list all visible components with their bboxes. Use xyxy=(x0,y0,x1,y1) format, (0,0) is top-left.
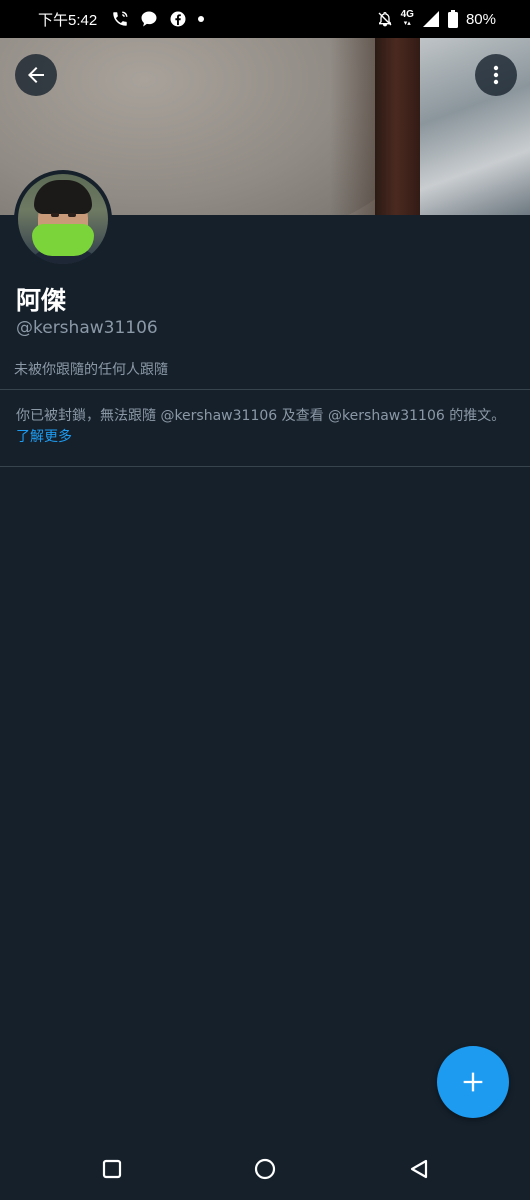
status-time: 下午5:42 xyxy=(38,11,98,29)
arrow-left-icon xyxy=(24,63,48,87)
dot-icon xyxy=(197,15,205,23)
more-options-button[interactable] xyxy=(475,54,517,96)
avatar[interactable] xyxy=(14,170,112,268)
plus-icon xyxy=(459,1068,487,1096)
divider xyxy=(0,466,530,467)
recent-apps-icon xyxy=(102,1159,122,1179)
battery-level: 80% xyxy=(465,10,496,28)
system-nav-bar xyxy=(0,1138,530,1200)
back-icon xyxy=(408,1158,430,1180)
followed-by-note: 未被你跟隨的任何人跟隨 xyxy=(14,362,168,378)
divider xyxy=(0,389,530,390)
facebook-icon xyxy=(169,10,187,28)
notifications-off-icon xyxy=(377,11,393,27)
more-vertical-icon xyxy=(484,63,508,87)
home-button[interactable] xyxy=(250,1154,280,1184)
blocked-message: 你已被封鎖，無法跟隨 @kershaw31106 及查看 @kershaw311… xyxy=(16,408,506,424)
avatar-image xyxy=(18,174,108,264)
status-right: 4G ▾▴ 80% xyxy=(377,0,496,38)
chat-bubble-icon xyxy=(139,9,159,29)
system-back-button[interactable] xyxy=(404,1154,434,1184)
status-left: 下午5:42 xyxy=(38,0,215,38)
compose-tweet-button[interactable] xyxy=(437,1046,509,1118)
signal-icon xyxy=(422,10,440,28)
recent-apps-button[interactable] xyxy=(97,1154,127,1184)
status-bar: 下午5:42 4G ▾▴ 80% xyxy=(0,0,530,38)
call-icon xyxy=(111,10,129,28)
profile-handle: @kershaw31106 xyxy=(16,318,158,338)
battery-icon xyxy=(447,10,458,28)
home-icon xyxy=(253,1157,277,1181)
network-4g-icon: 4G ▾▴ xyxy=(400,9,414,28)
back-button[interactable] xyxy=(15,54,57,96)
network-type: 4G xyxy=(400,9,414,20)
learn-more-link[interactable]: 了解更多 xyxy=(16,427,72,448)
profile-name: 阿傑 xyxy=(16,286,67,315)
